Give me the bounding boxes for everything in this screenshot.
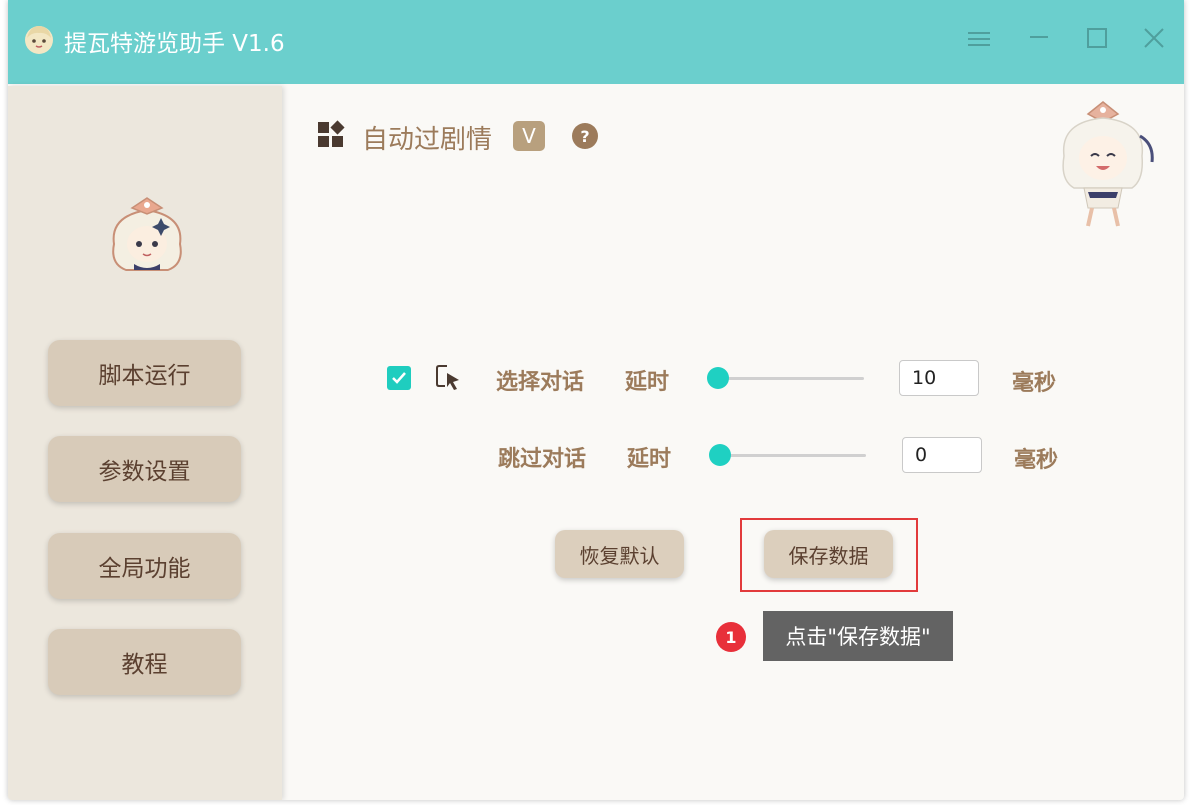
minimize-icon[interactable]	[1024, 24, 1054, 54]
app-title: 提瓦特游览助手 V1.6	[64, 31, 285, 57]
nav-parameter-settings-button[interactable]: 参数设置	[48, 436, 241, 502]
menu-icon[interactable]	[964, 24, 994, 54]
sidebar: 脚本运行 参数设置 全局功能 教程	[8, 86, 282, 800]
hotkey-badge: V	[513, 121, 545, 151]
skip-dialog-delay-label: 延时	[627, 447, 672, 472]
skip-dialog-slider-track[interactable]	[718, 454, 866, 457]
select-dialog-delay-label: 延时	[625, 370, 670, 395]
app-window: 提瓦特游览助手 V1.6 脚本运行 参数设置 全局功能 教程 自动过剧情 V ?…	[8, 0, 1184, 800]
select-dialog-delay-input[interactable]	[899, 360, 979, 396]
close-icon[interactable]	[1139, 24, 1169, 54]
nav-tutorial-button[interactable]: 教程	[48, 629, 241, 695]
select-dialog-checkbox[interactable]	[387, 366, 411, 390]
select-dialog-label: 选择对话	[496, 370, 585, 395]
mode-title: 自动过剧情	[362, 125, 493, 155]
select-dialog-slider-track[interactable]	[716, 377, 864, 380]
skip-dialog-delay-input[interactable]	[902, 437, 982, 473]
skip-dialog-slider-thumb[interactable]	[709, 444, 731, 466]
step-number-badge: 1	[716, 622, 746, 652]
dashboard-icon	[318, 120, 345, 147]
skip-dialog-unit: 毫秒	[1014, 448, 1059, 473]
paimon-mascot-image	[1062, 101, 1154, 227]
highlight-box	[740, 518, 918, 592]
skip-dialog-label: 跳过对话	[498, 447, 587, 472]
paimon-avatar	[112, 197, 182, 271]
maximize-icon[interactable]	[1082, 24, 1112, 54]
select-dialog-slider-thumb[interactable]	[707, 367, 729, 389]
cursor-click-icon	[436, 365, 459, 390]
select-dialog-unit: 毫秒	[1012, 371, 1057, 396]
nav-script-run-button[interactable]: 脚本运行	[48, 340, 241, 406]
reset-default-button[interactable]: 恢复默认	[555, 530, 684, 578]
nav-global-functions-button[interactable]: 全局功能	[48, 533, 241, 599]
paimon-app-icon	[25, 26, 53, 54]
help-icon[interactable]: ?	[572, 123, 598, 149]
main-panel: 自动过剧情 V ? 选择对话 延时 毫秒	[286, 86, 1184, 800]
title-bar[interactable]: 提瓦特游览助手 V1.6	[8, 0, 1184, 84]
instruction-tooltip: 点击"保存数据"	[763, 611, 953, 661]
